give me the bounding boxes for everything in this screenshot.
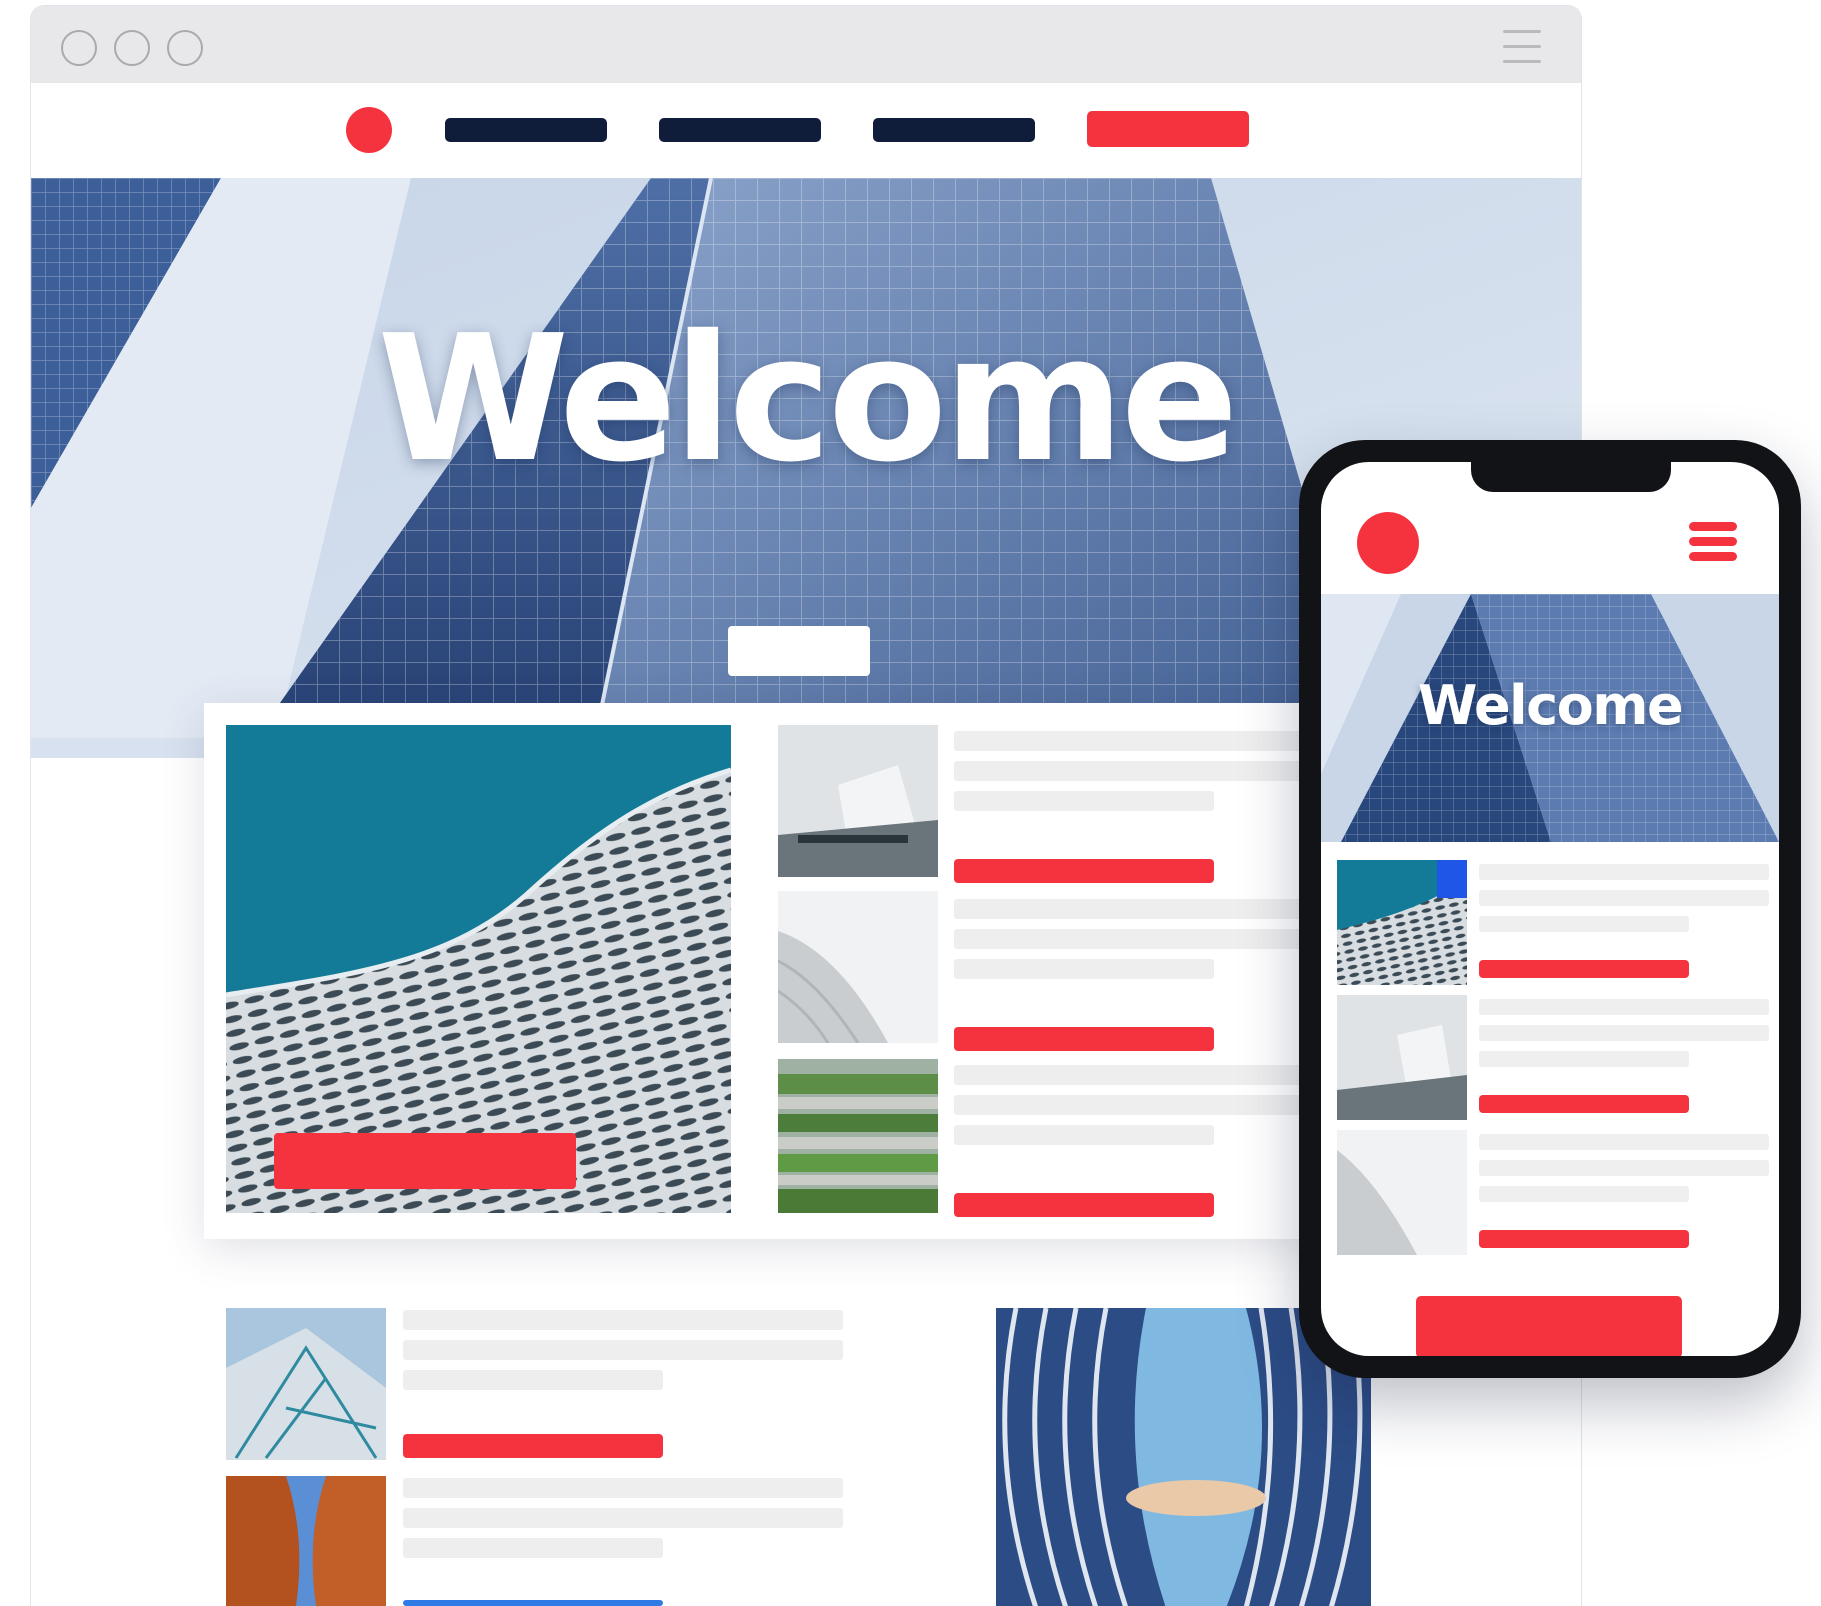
text-placeholder — [403, 1508, 843, 1528]
read-more-link[interactable] — [1479, 1095, 1689, 1113]
read-more-link[interactable] — [403, 1434, 663, 1458]
hero-button[interactable] — [728, 626, 870, 676]
text-placeholder — [1479, 1025, 1769, 1041]
text-placeholder — [954, 1095, 1319, 1115]
mobile-article-thumbnail — [1337, 1130, 1467, 1255]
read-more-link[interactable] — [1479, 1230, 1689, 1248]
browser-menu-icon[interactable] — [1503, 30, 1541, 68]
read-more-link[interactable] — [954, 1027, 1214, 1051]
nav-link[interactable] — [445, 118, 607, 142]
text-placeholder — [954, 899, 1319, 919]
hamburger-icon[interactable] — [1689, 522, 1737, 567]
read-more-link[interactable] — [954, 1193, 1214, 1217]
text-placeholder — [954, 791, 1214, 811]
text-placeholder — [403, 1370, 663, 1390]
site-logo[interactable] — [346, 107, 392, 153]
text-placeholder — [954, 1065, 1319, 1085]
text-placeholder — [403, 1310, 843, 1330]
read-more-link[interactable] — [1479, 960, 1689, 978]
text-placeholder — [403, 1340, 843, 1360]
nav-cta-button[interactable] — [1087, 111, 1249, 147]
read-more-link[interactable] — [954, 859, 1214, 883]
text-placeholder — [954, 1125, 1214, 1145]
featured-architecture-image — [226, 725, 731, 1213]
nav-link[interactable] — [873, 118, 1035, 142]
article-thumbnail — [226, 1308, 386, 1460]
mobile-site-logo[interactable] — [1357, 512, 1419, 574]
mobile-device: Welcome — [1299, 440, 1801, 1378]
window-control-dot[interactable] — [167, 30, 203, 66]
article-thumbnail — [778, 1059, 938, 1213]
article-thumbnail — [778, 891, 938, 1043]
text-placeholder — [1479, 999, 1769, 1015]
text-placeholder — [403, 1478, 843, 1498]
read-more-link[interactable] — [403, 1600, 663, 1606]
text-placeholder — [1479, 916, 1689, 932]
mobile-hero-banner: Welcome — [1321, 594, 1779, 842]
mobile-cta-button[interactable] — [1416, 1296, 1682, 1356]
article-thumbnail — [778, 725, 938, 877]
text-placeholder — [1479, 1160, 1769, 1176]
text-placeholder — [954, 761, 1319, 781]
text-placeholder — [954, 731, 1319, 751]
text-placeholder — [1479, 1051, 1689, 1067]
text-placeholder — [403, 1538, 663, 1558]
phone-notch — [1471, 462, 1671, 492]
article-thumbnail — [226, 1476, 386, 1606]
mobile-article-thumbnail — [1337, 860, 1467, 985]
text-placeholder — [1479, 890, 1769, 906]
site-top-nav — [31, 83, 1581, 178]
mobile-article-thumbnail — [1337, 995, 1467, 1120]
nav-link[interactable] — [659, 118, 821, 142]
text-placeholder — [1479, 1134, 1769, 1150]
window-control-dot[interactable] — [114, 30, 150, 66]
feature-card — [204, 703, 1319, 1239]
text-placeholder — [1479, 1186, 1689, 1202]
browser-title-bar — [31, 6, 1581, 83]
mobile-hero-title: Welcome — [1417, 674, 1684, 737]
window-control-dot[interactable] — [61, 30, 97, 66]
text-placeholder — [1479, 864, 1769, 880]
mobile-screen: Welcome — [1321, 462, 1779, 1356]
text-placeholder — [954, 959, 1214, 979]
text-placeholder — [954, 929, 1319, 949]
featured-cta-button[interactable] — [274, 1133, 576, 1189]
